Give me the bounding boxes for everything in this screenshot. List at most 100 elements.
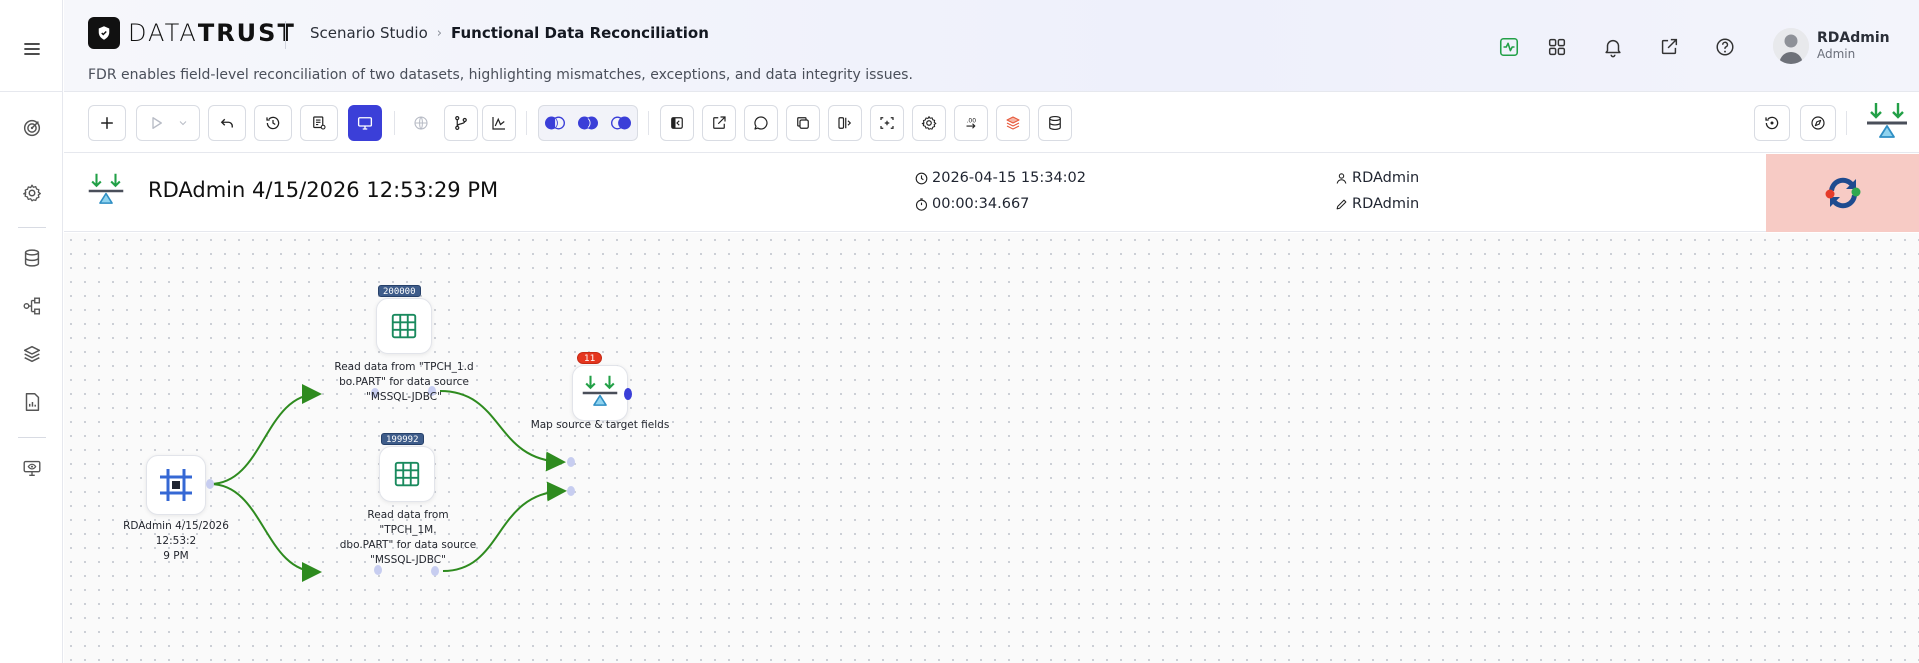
output-port[interactable] <box>624 388 632 400</box>
join-left-icon[interactable] <box>542 115 568 131</box>
join-mode-group <box>538 105 638 141</box>
activity-icon[interactable] <box>1496 34 1522 60</box>
export-button[interactable] <box>702 105 736 141</box>
left-rail <box>0 0 63 663</box>
reconcile-logo-icon <box>86 172 126 212</box>
scenario-info-bar: RDAdmin 4/15/2026 12:53:29 PM 2026-04-15… <box>64 154 1919 232</box>
transform-button[interactable]: .00 <box>954 105 988 141</box>
toolbar-divider <box>394 111 395 135</box>
map-fields-node[interactable] <box>572 365 628 421</box>
breadcrumb: Scenario Studio › Functional Data Reconc… <box>310 24 709 42</box>
toolbar-divider <box>526 111 527 135</box>
chart-button[interactable] <box>482 105 516 141</box>
read-node-1[interactable] <box>376 298 432 354</box>
globe-button[interactable] <box>404 105 438 141</box>
read-node-1-label: Read data from "TPCH_1.d bo.PART" for da… <box>334 361 474 403</box>
gear-button[interactable] <box>912 105 946 141</box>
svg-text:.00: .00 <box>967 117 977 124</box>
help-icon[interactable] <box>1712 34 1738 60</box>
timer-icon <box>915 197 928 211</box>
run-duration: 00:00:34.667 <box>932 196 1030 212</box>
pencil-icon <box>1336 199 1347 209</box>
menu-icon[interactable] <box>20 37 44 61</box>
breadcrumb-scenario-studio[interactable]: Scenario Studio <box>310 24 428 42</box>
external-link-icon[interactable] <box>1656 34 1682 60</box>
table-icon <box>391 313 417 339</box>
report-icon[interactable] <box>18 388 46 416</box>
input-port[interactable] <box>567 486 575 496</box>
database-button[interactable] <box>1038 105 1072 141</box>
table-icon <box>394 461 420 487</box>
header-divider <box>285 21 286 49</box>
flow-icon[interactable] <box>18 292 46 320</box>
run-status-panel[interactable] <box>1766 154 1919 232</box>
monitor-button[interactable] <box>348 105 382 141</box>
datatrust-logo[interactable]: DATATRUST <box>88 17 296 49</box>
monitor-eye-icon[interactable] <box>18 454 46 482</box>
rail-divider <box>0 91 63 92</box>
flow-canvas[interactable]: RDAdmin 4/15/2026 12:53:2 9 PM 200000 Re… <box>64 233 1919 663</box>
breadcrumb-current-page: Functional Data Reconciliation <box>450 24 709 42</box>
reconcile-logo-icon <box>582 375 618 406</box>
user-menu[interactable]: RDAdmin Admin <box>1773 28 1890 64</box>
frame-icon <box>160 469 192 501</box>
app-root: DATATRUST Scenario Studio › Functional D… <box>0 0 1919 663</box>
avatar <box>1773 28 1809 64</box>
start-node-label: RDAdmin 4/15/2026 12:53:2 9 PM <box>123 520 229 562</box>
sync-error-icon <box>1825 177 1860 209</box>
row-count-badge: 200000 <box>378 285 421 297</box>
bell-icon[interactable] <box>1600 34 1626 60</box>
collapse-panel-button[interactable] <box>660 105 694 141</box>
owner-name: RDAdmin <box>1352 170 1420 186</box>
undo-button[interactable] <box>208 105 246 141</box>
read-node-2[interactable] <box>379 446 435 502</box>
flow-edges <box>209 384 567 582</box>
output-port[interactable] <box>206 479 214 489</box>
shield-logo-icon <box>88 17 120 49</box>
restore-button[interactable] <box>1754 105 1790 141</box>
chevron-right-icon: › <box>436 25 442 41</box>
error-count-badge: 11 <box>577 352 603 364</box>
scenario-title: RDAdmin 4/15/2026 12:53:29 PM <box>148 178 499 202</box>
run-button[interactable] <box>136 105 200 141</box>
read-node-2-label: Read data from "TPCH_1M. dbo.PART" for d… <box>339 509 477 566</box>
server-settings-button[interactable] <box>300 105 338 141</box>
compass-button[interactable] <box>1800 105 1836 141</box>
user-icon <box>1336 172 1347 184</box>
chevron-down-icon[interactable] <box>177 117 189 129</box>
layers-icon[interactable] <box>18 340 46 368</box>
editor-name: RDAdmin <box>1352 196 1420 212</box>
row-count-badge: 199992 <box>381 433 424 445</box>
run-datetime: 2026-04-15 15:34:02 <box>932 170 1086 186</box>
database-icon[interactable] <box>18 244 46 272</box>
logo-text-light: DATA <box>128 19 198 47</box>
copy-button[interactable] <box>786 105 820 141</box>
join-right-icon[interactable] <box>608 115 634 131</box>
input-port[interactable] <box>567 457 575 467</box>
split-button[interactable] <box>828 105 862 141</box>
app-header: DATATRUST Scenario Studio › Functional D… <box>64 0 1919 92</box>
map-node-label: Map source & target fields <box>530 419 670 431</box>
edge-start-to-read1 <box>209 384 322 485</box>
logo-text-bold: TRUST <box>197 19 296 47</box>
scan-button[interactable] <box>870 105 904 141</box>
add-button[interactable] <box>88 105 126 141</box>
rail-separator <box>18 227 46 228</box>
stack-button[interactable] <box>996 105 1030 141</box>
join-full-icon[interactable] <box>575 115 601 131</box>
reconcile-logo-icon[interactable] <box>1864 101 1910 145</box>
clock-icon <box>915 172 928 184</box>
target-icon[interactable] <box>18 114 46 142</box>
toolbar-divider <box>1846 111 1847 135</box>
toolbar: .00 <box>64 93 1919 153</box>
user-role: Admin <box>1817 47 1856 61</box>
branch-button[interactable] <box>444 105 478 141</box>
history-button[interactable] <box>254 105 292 141</box>
user-name: RDAdmin <box>1817 30 1890 46</box>
rail-separator <box>18 437 46 438</box>
apps-grid-icon[interactable] <box>1544 34 1570 60</box>
start-node[interactable] <box>146 455 206 515</box>
comment-button[interactable] <box>744 105 778 141</box>
settings-icon[interactable] <box>18 179 46 207</box>
toolbar-divider <box>648 111 649 135</box>
